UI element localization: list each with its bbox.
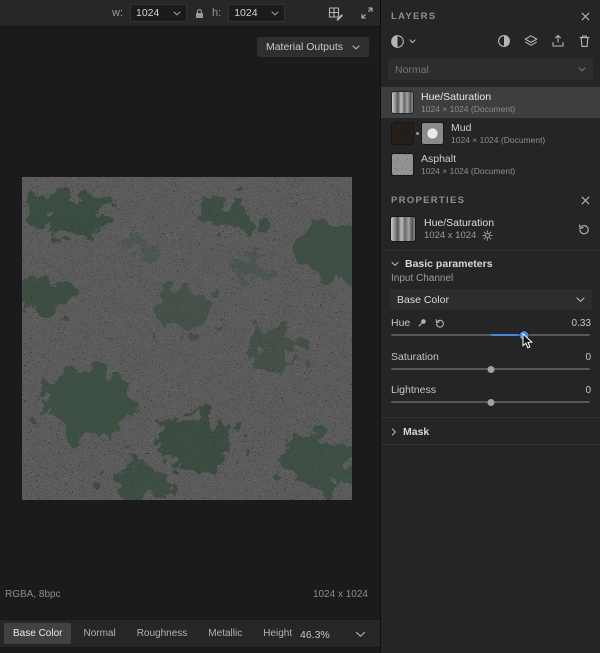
- material-outputs-label: Material Outputs: [266, 41, 343, 53]
- undo-icon[interactable]: [577, 223, 590, 236]
- tab-metallic[interactable]: Metallic: [199, 623, 251, 644]
- height-select[interactable]: 1024: [228, 4, 285, 22]
- close-icon[interactable]: [581, 12, 590, 21]
- layer-row-mud[interactable]: Mud 1024 × 1024 (Document): [381, 118, 600, 149]
- properties-title: PROPERTIES: [391, 195, 465, 206]
- saturation-slider[interactable]: [391, 363, 590, 375]
- material-outputs-dropdown[interactable]: Material Outputs: [257, 37, 369, 57]
- layer-meta: 1024 × 1024 (Document): [421, 166, 515, 176]
- tab-height[interactable]: Height: [254, 623, 301, 644]
- transform-icon[interactable]: [328, 6, 344, 21]
- height-value: 1024: [234, 7, 257, 19]
- lock-icon[interactable]: [194, 8, 205, 19]
- hue-label: Hue: [391, 317, 410, 329]
- zoom-value: 46.3%: [300, 629, 330, 641]
- tab-base-color[interactable]: Base Color: [4, 623, 71, 644]
- layer-meta: 1024 × 1024 (Document): [421, 104, 515, 114]
- divider: [381, 250, 600, 251]
- chevron-down-icon: [578, 67, 586, 72]
- mask-thumbnail: [422, 123, 443, 144]
- properties-panel-header: PROPERTIES: [381, 190, 600, 210]
- texture-preview[interactable]: [22, 177, 352, 500]
- tab-roughness[interactable]: Roughness: [128, 623, 197, 644]
- hue-parameter-row: Hue 0.33: [391, 316, 591, 330]
- divider: [381, 417, 600, 418]
- basic-parameters-section[interactable]: Basic parameters: [381, 255, 600, 273]
- width-select[interactable]: 1024: [130, 4, 187, 22]
- mask-section[interactable]: Mask: [381, 423, 600, 441]
- layer-list: Hue/Saturation 1024 × 1024 (Document): [381, 87, 600, 180]
- properties-layer-name: Hue/Saturation: [424, 217, 494, 230]
- lightness-parameter-row: Lightness 0: [391, 383, 591, 397]
- lightness-value[interactable]: 0: [585, 385, 591, 396]
- pin-icon[interactable]: [417, 318, 427, 328]
- input-channel-value: Base Color: [397, 294, 449, 306]
- lightness-slider[interactable]: [391, 396, 590, 408]
- slider-handle[interactable]: [487, 399, 494, 406]
- material-thumbnail: [392, 123, 413, 144]
- layer-meta: 1024 × 1024 (Document): [451, 135, 545, 145]
- properties-layer-size: 1024 x 1024: [424, 230, 476, 241]
- gear-icon[interactable]: [482, 230, 493, 241]
- mask-label: Mask: [403, 426, 429, 438]
- slider-handle[interactable]: [487, 366, 494, 373]
- hue-value[interactable]: 0.33: [572, 318, 591, 329]
- export-icon[interactable]: [551, 34, 565, 48]
- chevron-down-icon: [409, 39, 416, 44]
- chevron-down-icon: [576, 297, 585, 303]
- layers-stack-icon[interactable]: [524, 34, 538, 48]
- height-label: h:: [212, 7, 221, 19]
- app-window: w: 1024 h: 1024: [0, 0, 600, 653]
- chevron-down-icon: [173, 11, 181, 16]
- zoom-dropdown[interactable]: 46.3%: [297, 622, 369, 647]
- right-panel: LAYERS: [380, 0, 600, 653]
- chevron-right-icon: [391, 428, 397, 436]
- fit-view-icon[interactable]: [360, 6, 374, 20]
- channel-bar: Base Color Normal Roughness Metallic Hei…: [0, 619, 380, 648]
- mask-circle-icon[interactable]: [497, 34, 511, 48]
- blend-mode-dropdown[interactable]: Normal: [388, 59, 593, 80]
- toolbar: w: 1024 h: 1024: [0, 0, 380, 27]
- saturation-parameter-row: Saturation 0: [391, 350, 591, 364]
- basic-parameters-label: Basic parameters: [405, 258, 493, 270]
- saturation-value[interactable]: 0: [585, 352, 591, 363]
- layer-name: Mud: [451, 122, 545, 135]
- add-adjustment-button[interactable]: [390, 34, 416, 49]
- chevron-down-icon: [355, 631, 366, 638]
- close-icon[interactable]: [581, 196, 590, 205]
- chevron-down-icon: [352, 45, 360, 50]
- link-dot-icon: [416, 132, 419, 135]
- width-value: 1024: [136, 7, 159, 19]
- divider: [381, 444, 600, 445]
- blend-mode-value: Normal: [395, 64, 429, 76]
- tab-normal[interactable]: Normal: [74, 623, 124, 644]
- adjustment-thumbnail: [391, 217, 415, 241]
- chevron-down-icon: [391, 261, 399, 267]
- mouse-cursor: [522, 333, 533, 349]
- input-channel-label: Input Channel: [391, 273, 453, 284]
- hue-slider[interactable]: [391, 329, 590, 341]
- properties-layer-summary: Hue/Saturation 1024 x 1024: [381, 214, 600, 244]
- layer-row-hue-saturation[interactable]: Hue/Saturation 1024 × 1024 (Document): [381, 87, 600, 118]
- layers-panel-header: LAYERS: [381, 6, 600, 26]
- input-channel-dropdown[interactable]: Base Color: [390, 289, 592, 310]
- material-thumbnail: [392, 154, 413, 175]
- layers-title: LAYERS: [391, 11, 436, 22]
- viewport-area: w: 1024 h: 1024: [0, 0, 380, 653]
- lightness-label: Lightness: [391, 384, 436, 396]
- layer-name: Asphalt: [421, 153, 515, 166]
- add-adjustment-icon: [390, 34, 405, 49]
- reset-hue-icon[interactable]: [434, 318, 445, 329]
- layer-name: Hue/Saturation: [421, 91, 515, 104]
- width-label: w:: [112, 7, 123, 19]
- texture-image: [22, 177, 352, 500]
- color-format-status: RGBA, 8bpc: [5, 589, 61, 600]
- layer-row-asphalt[interactable]: Asphalt 1024 × 1024 (Document): [381, 149, 600, 180]
- texture-size-status: 1024 x 1024: [313, 589, 368, 600]
- layers-toolbar: [381, 30, 600, 52]
- chevron-down-icon: [271, 11, 279, 16]
- saturation-label: Saturation: [391, 351, 439, 363]
- trash-icon[interactable]: [578, 34, 591, 48]
- adjustment-thumbnail: [392, 92, 413, 113]
